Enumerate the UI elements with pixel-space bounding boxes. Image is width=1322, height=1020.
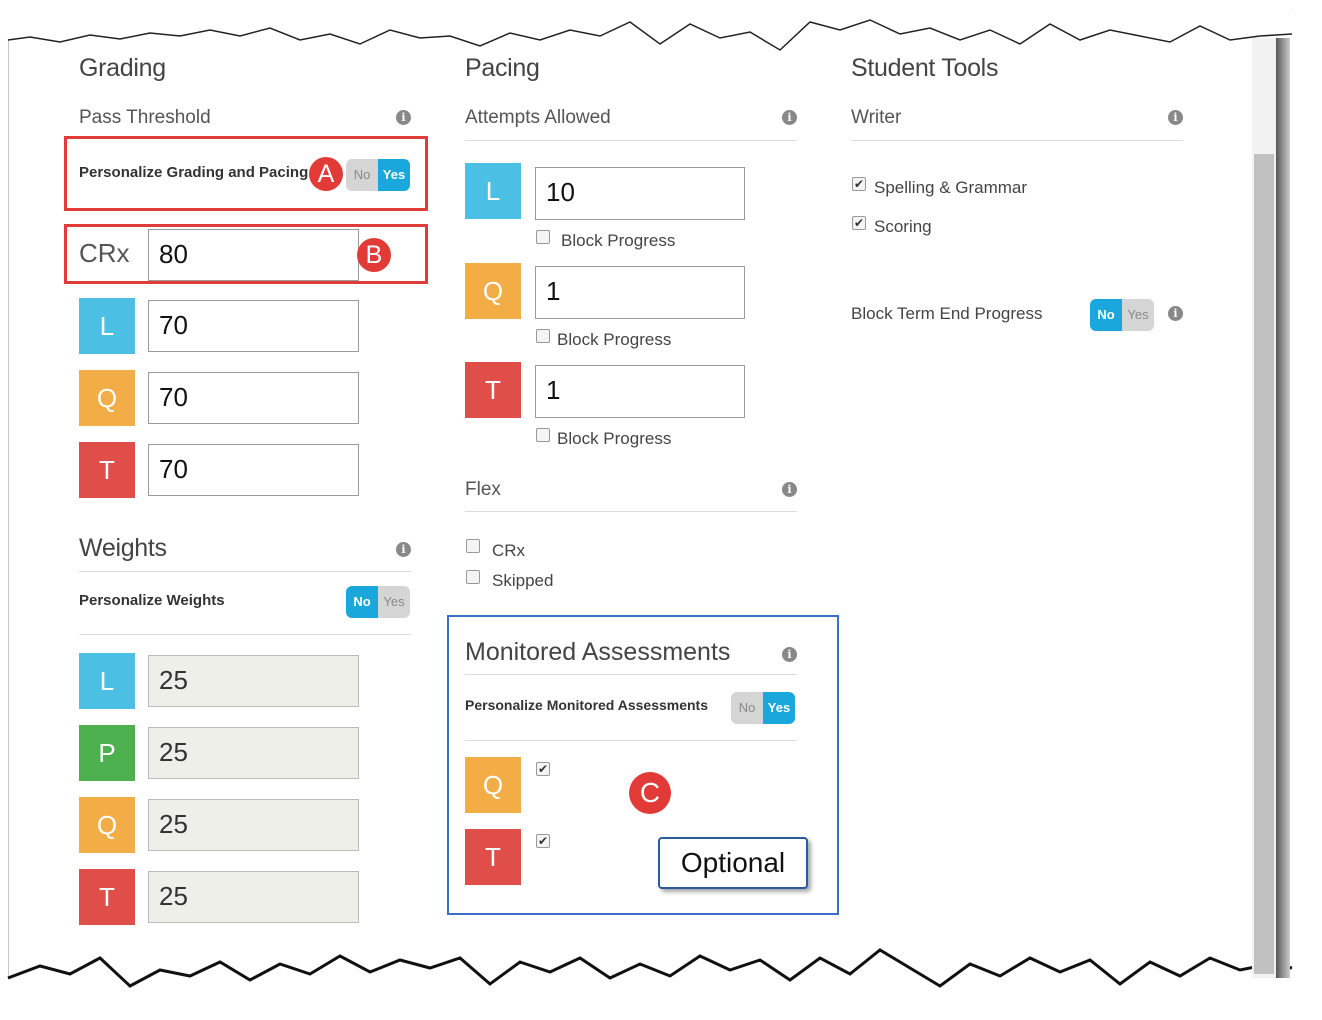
attempts-t-input[interactable]: 1 <box>535 365 745 418</box>
attempts-q-input[interactable]: 1 <box>535 266 745 319</box>
divider <box>851 140 1183 141</box>
block-progress-label: Block Progress <box>557 429 672 448</box>
flex-skipped-label: Skipped <box>492 571 554 590</box>
student-tools-title: Student Tools <box>851 54 999 82</box>
optional-callout: Optional <box>658 837 808 889</box>
flex-label: Flex <box>465 479 501 500</box>
badge-l: L <box>79 298 135 354</box>
personalize-monitored-label: Personalize Monitored Assessments <box>465 697 709 713</box>
pass-threshold-label: Pass Threshold <box>79 107 211 128</box>
badge-t: T <box>465 362 521 418</box>
pacing-title: Pacing <box>465 54 540 82</box>
flex-crx-label: CRx <box>492 541 526 560</box>
scrollbar-thumb[interactable] <box>1254 154 1274 974</box>
scoring-label: Scoring <box>874 217 932 236</box>
flex-skipped-checkbox[interactable] <box>466 570 480 584</box>
weights-title: Weights <box>79 534 167 562</box>
annotation-marker-a: A <box>309 157 343 191</box>
badge-l: L <box>79 653 135 709</box>
badge-p: P <box>79 725 135 781</box>
info-icon[interactable]: i <box>1168 306 1183 321</box>
toggle-yes[interactable]: Yes <box>1122 299 1154 331</box>
personalize-grading-label: Personalize Grading and Pacing <box>79 164 309 181</box>
frame-shadow <box>1276 38 1290 978</box>
annotation-marker-c: C <box>629 772 671 814</box>
block-term-end-toggle[interactable]: No Yes <box>1090 299 1154 331</box>
attempts-allowed-label: Attempts Allowed <box>465 107 611 128</box>
crx-threshold-input[interactable]: 80 <box>148 229 359 281</box>
block-progress-t-checkbox[interactable] <box>536 428 550 442</box>
attempts-l-input[interactable]: 10 <box>535 167 745 220</box>
weight-q-input[interactable]: 25 <box>148 799 359 851</box>
checkmark-icon: ✔ <box>853 177 865 191</box>
info-icon[interactable]: i <box>782 110 797 125</box>
divider <box>465 740 797 741</box>
personalize-weights-label: Personalize Weights <box>79 592 225 609</box>
personalize-grading-toggle[interactable]: No Yes <box>346 159 410 191</box>
checkmark-icon: ✔ <box>537 762 549 776</box>
threshold-t-input[interactable]: 70 <box>148 444 359 496</box>
badge-q: Q <box>79 370 135 426</box>
badge-q: Q <box>465 263 521 319</box>
toggle-no[interactable]: No <box>731 692 763 724</box>
info-icon[interactable]: i <box>782 647 797 662</box>
block-progress-label: Block Progress <box>557 330 672 349</box>
block-progress-q-checkbox[interactable] <box>536 329 550 343</box>
threshold-q-input[interactable]: 70 <box>148 372 359 424</box>
writer-label: Writer <box>851 107 902 128</box>
block-progress-l-checkbox[interactable] <box>536 230 550 244</box>
toggle-yes[interactable]: Yes <box>763 692 795 724</box>
block-term-end-label: Block Term End Progress <box>851 304 1043 323</box>
info-icon[interactable]: i <box>782 482 797 497</box>
badge-t: T <box>79 869 135 925</box>
monitored-q-checkbox[interactable]: ✔ <box>536 762 550 776</box>
info-icon[interactable]: i <box>396 110 411 125</box>
checkmark-icon: ✔ <box>537 834 549 848</box>
toggle-yes[interactable]: Yes <box>378 586 410 618</box>
divider <box>79 634 411 635</box>
weight-p-input[interactable]: 25 <box>148 727 359 779</box>
spelling-grammar-checkbox[interactable]: ✔ <box>852 177 866 191</box>
block-progress-label: Block Progress <box>561 231 676 250</box>
threshold-l-input[interactable]: 70 <box>148 300 359 352</box>
weight-l-input[interactable]: 25 <box>148 655 359 707</box>
badge-q: Q <box>465 757 521 813</box>
toggle-no[interactable]: No <box>1090 299 1122 331</box>
weight-t-input[interactable]: 25 <box>148 871 359 923</box>
personalize-weights-toggle[interactable]: No Yes <box>346 586 410 618</box>
divider <box>465 674 797 675</box>
checkmark-icon: ✔ <box>853 216 865 230</box>
crx-label: CRx <box>79 238 130 268</box>
divider <box>79 571 411 572</box>
annotation-marker-b: B <box>357 238 391 272</box>
divider <box>465 511 797 512</box>
personalize-monitored-toggle[interactable]: No Yes <box>731 692 795 724</box>
flex-crx-checkbox[interactable] <box>466 539 480 553</box>
badge-t: T <box>79 442 135 498</box>
toggle-yes[interactable]: Yes <box>378 159 410 191</box>
monitored-t-checkbox[interactable]: ✔ <box>536 834 550 848</box>
divider <box>465 140 797 141</box>
badge-t: T <box>465 829 521 885</box>
toggle-no[interactable]: No <box>346 586 378 618</box>
spelling-grammar-label: Spelling & Grammar <box>874 178 1028 197</box>
scoring-checkbox[interactable]: ✔ <box>852 216 866 230</box>
badge-l: L <box>465 163 521 219</box>
grading-title: Grading <box>79 54 166 82</box>
toggle-no[interactable]: No <box>346 159 378 191</box>
info-icon[interactable]: i <box>396 542 411 557</box>
info-icon[interactable]: i <box>1168 110 1183 125</box>
badge-q: Q <box>79 797 135 853</box>
monitored-assessments-title: Monitored Assessments <box>465 638 731 666</box>
